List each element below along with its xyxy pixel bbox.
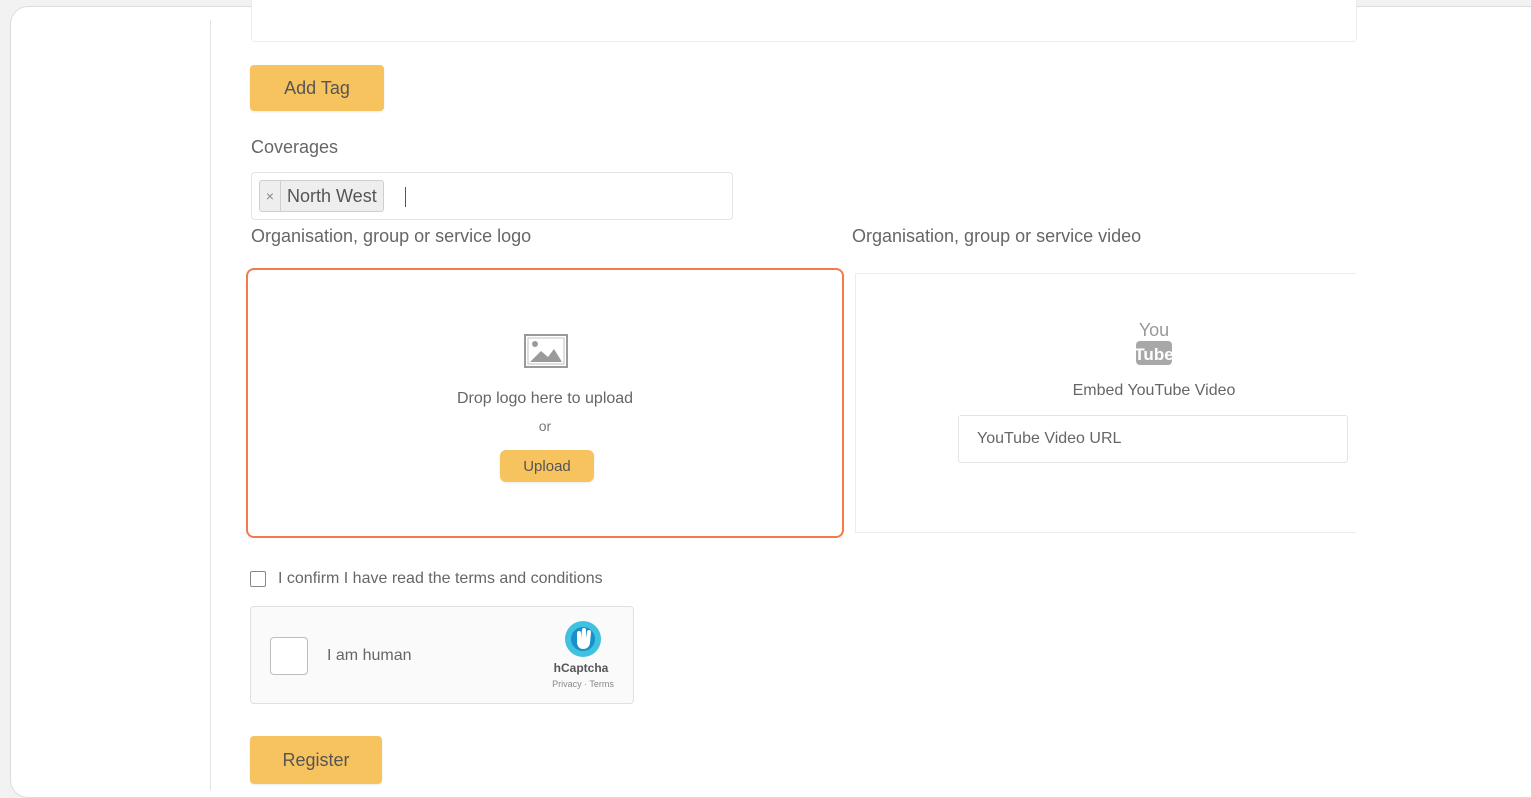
coverage-tag-label: North West xyxy=(287,186,377,206)
hcaptcha-links[interactable]: Privacy · Terms xyxy=(537,679,629,689)
terms-label: I confirm I have read the terms and cond… xyxy=(278,570,603,587)
captcha-label: I am human xyxy=(327,647,412,664)
hcaptcha-widget: I am human hCaptcha Privacy · Terms xyxy=(250,606,634,704)
embed-video-label: Embed YouTube Video xyxy=(1072,382,1236,399)
sidebar-divider xyxy=(210,20,211,790)
video-panel: You Tube Embed YouTube Video xyxy=(855,273,1356,533)
coverage-tag: × North West xyxy=(259,180,384,212)
hcaptcha-brand: hCaptcha xyxy=(553,661,609,675)
upload-button[interactable]: Upload xyxy=(500,450,594,482)
coverages-label: Coverages xyxy=(251,137,339,157)
captcha-checkbox[interactable] xyxy=(270,637,308,675)
video-label: Organisation, group or service video xyxy=(852,226,1142,246)
svg-text:You: You xyxy=(1139,320,1169,340)
logo-dropzone[interactable]: Drop logo here to upload or Upload xyxy=(246,268,844,538)
remove-tag-icon[interactable]: × xyxy=(260,181,281,211)
youtube-icon: You Tube xyxy=(1134,320,1174,365)
drop-instructions: Drop logo here to upload xyxy=(456,390,634,407)
or-text: or xyxy=(538,418,552,434)
terms-row: I confirm I have read the terms and cond… xyxy=(250,570,603,588)
register-button[interactable]: Register xyxy=(250,736,382,784)
tag-input-field[interactable] xyxy=(251,0,1357,42)
terms-checkbox[interactable] xyxy=(250,571,266,587)
youtube-url-input[interactable] xyxy=(958,415,1348,463)
svg-text:Tube: Tube xyxy=(1134,345,1173,364)
image-icon xyxy=(524,334,568,368)
coverages-select[interactable]: × North West xyxy=(251,172,733,220)
logo-label: Organisation, group or service logo xyxy=(251,226,532,246)
hcaptcha-logo-icon xyxy=(565,621,601,657)
add-tag-button[interactable]: Add Tag xyxy=(250,65,384,111)
text-caret xyxy=(405,187,406,207)
